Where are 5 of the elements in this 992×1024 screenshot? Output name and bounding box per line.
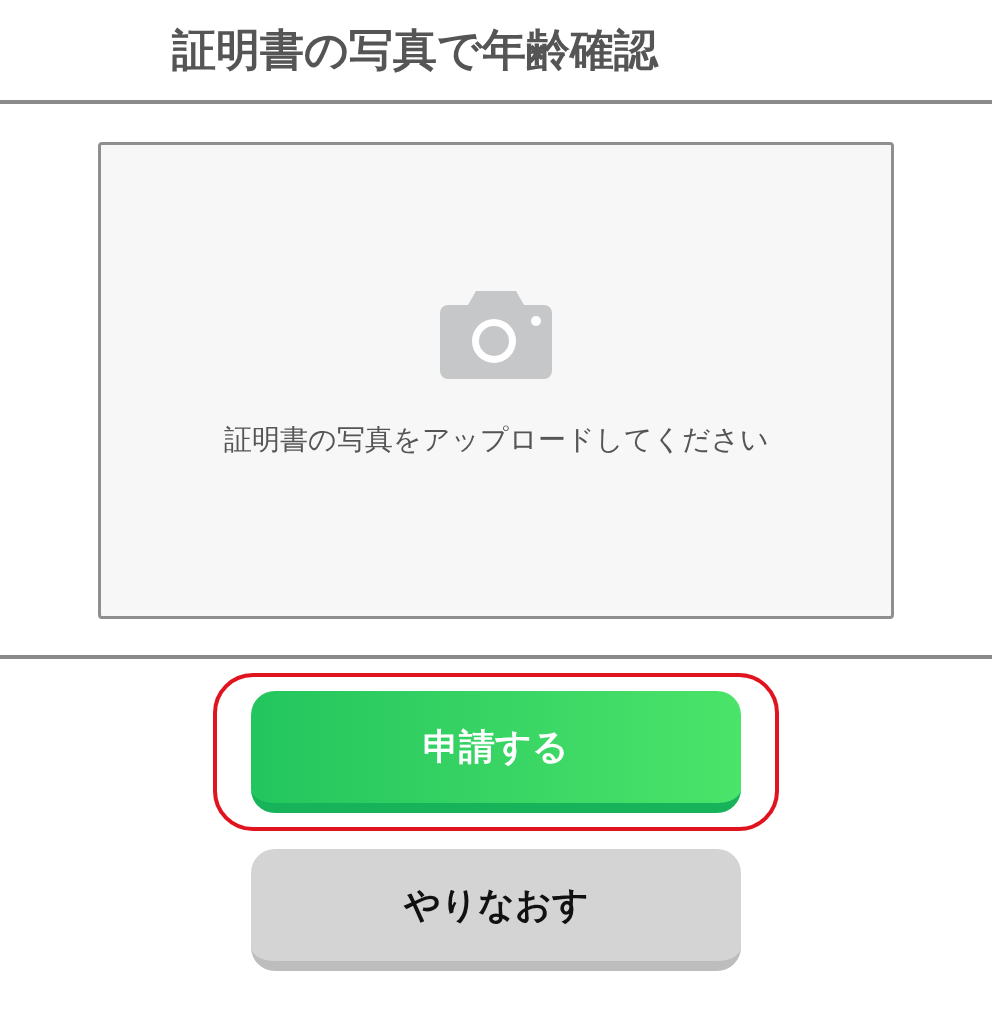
upload-prompt: 証明書の写真をアップロードしてください — [223, 421, 769, 458]
page-title: 証明書の写真で年齢確認 — [172, 23, 658, 77]
retry-button[interactable]: やりなおす — [251, 849, 741, 971]
camera-icon — [440, 290, 552, 379]
upload-area[interactable]: 証明書の写真をアップロードしてください — [98, 142, 894, 619]
